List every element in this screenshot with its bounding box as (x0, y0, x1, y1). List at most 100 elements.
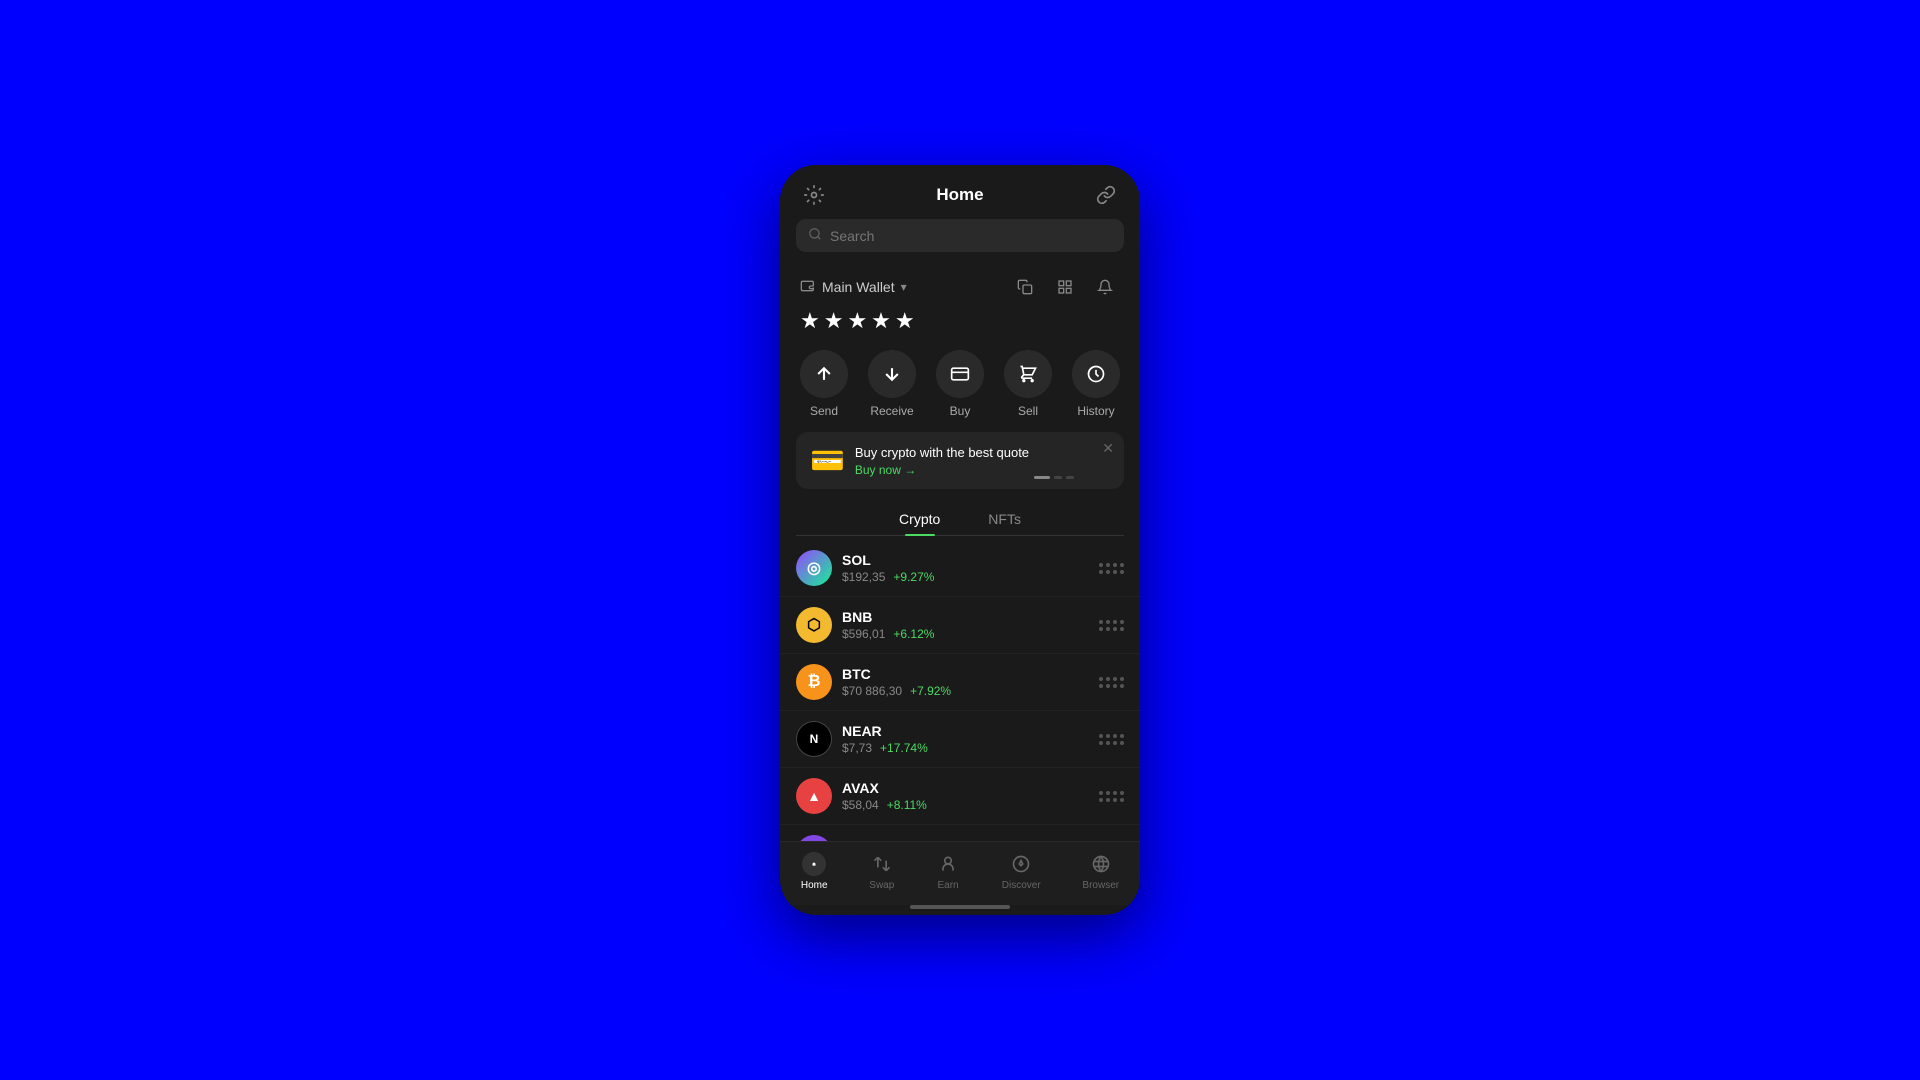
promo-icon: 💳 (810, 444, 845, 477)
bnb-price: $596,01 (842, 627, 885, 641)
page-title: Home (936, 185, 983, 205)
crypto-list: ◎ SOL $192,35 +9.27% ⬡ BNB $596,01 +6.12… (780, 536, 1140, 841)
list-item[interactable]: ₿ BTC $70 886,30 +7.92% (780, 654, 1140, 711)
bnb-menu[interactable] (1099, 620, 1124, 631)
near-info: NEAR $7,73 +17.74% (842, 723, 1099, 755)
browser-icon (1089, 852, 1113, 876)
sell-icon-circle (1004, 350, 1052, 398)
bottom-navigation: Home Swap Earn (780, 841, 1140, 905)
bnb-logo: ⬡ (796, 607, 832, 643)
sol-info: SOL $192,35 +9.27% (842, 552, 1099, 584)
phone-app: Home (780, 165, 1140, 915)
promo-dot-1 (1034, 476, 1050, 479)
asset-tabs: Crypto NFTs (796, 503, 1124, 536)
wallet-name-row[interactable]: Main Wallet ▾ (800, 278, 907, 297)
wallet-chevron-icon: ▾ (901, 280, 907, 294)
buy-label: Buy (950, 404, 971, 418)
wallet-section: Main Wallet ▾ (780, 264, 1140, 334)
promo-text-area: Buy crypto with the best quote Buy now → (855, 445, 1110, 477)
list-item[interactable]: ▲ AVAX $58,04 +8.11% (780, 768, 1140, 825)
action-buttons: Send Receive Buy (780, 334, 1140, 426)
scan-button[interactable] (1050, 272, 1080, 302)
browser-nav-label: Browser (1082, 880, 1119, 891)
promo-link[interactable]: Buy now → (855, 463, 1110, 477)
wallet-icon (800, 278, 816, 297)
receive-icon-circle (868, 350, 916, 398)
history-button[interactable]: History (1072, 350, 1120, 418)
settings-icon[interactable] (800, 181, 828, 209)
home-nav-label: Home (801, 880, 828, 891)
wallet-balance: ★★★★★ (800, 308, 1120, 334)
sol-price: $192,35 (842, 570, 885, 584)
btc-name: BTC (842, 666, 1099, 682)
send-icon-circle (800, 350, 848, 398)
promo-dot-3 (1066, 476, 1074, 479)
send-button[interactable]: Send (800, 350, 848, 418)
avax-change: +8.11% (887, 798, 927, 812)
sol-name: SOL (842, 552, 1099, 568)
sol-logo: ◎ (796, 550, 832, 586)
btc-change: +7.92% (910, 684, 951, 698)
wallet-actions (1010, 272, 1120, 302)
sol-change: +9.27% (893, 570, 934, 584)
wallet-name: Main Wallet (822, 279, 895, 295)
btc-logo: ₿ (796, 664, 832, 700)
btc-menu[interactable] (1099, 677, 1124, 688)
list-item[interactable]: ◎ SOL $192,35 +9.27% (780, 540, 1140, 597)
history-label: History (1077, 404, 1114, 418)
near-name: NEAR (842, 723, 1099, 739)
receive-button[interactable]: Receive (868, 350, 916, 418)
near-logo: N (796, 721, 832, 757)
home-icon (802, 852, 826, 876)
nav-earn[interactable]: Earn (936, 852, 960, 891)
discover-icon (1009, 852, 1033, 876)
promo-dot-2 (1054, 476, 1062, 479)
near-price: $7,73 (842, 741, 872, 755)
btc-info: BTC $70 886,30 +7.92% (842, 666, 1099, 698)
near-change: +17.74% (880, 741, 928, 755)
copy-button[interactable] (1010, 272, 1040, 302)
home-indicator (910, 905, 1010, 909)
list-item[interactable]: N NEAR $7,73 +17.74% (780, 711, 1140, 768)
avax-menu[interactable] (1099, 791, 1124, 802)
earn-nav-label: Earn (937, 880, 958, 891)
history-icon-circle (1072, 350, 1120, 398)
search-icon (808, 227, 822, 244)
discover-nav-label: Discover (1002, 880, 1041, 891)
nav-swap[interactable]: Swap (869, 852, 894, 891)
avax-logo: ▲ (796, 778, 832, 814)
nav-home[interactable]: Home (801, 852, 828, 891)
bnb-info: BNB $596,01 +6.12% (842, 609, 1099, 641)
sol-menu[interactable] (1099, 563, 1124, 574)
tab-crypto[interactable]: Crypto (875, 503, 964, 535)
swap-nav-label: Swap (869, 880, 894, 891)
nav-browser[interactable]: Browser (1082, 852, 1119, 891)
near-menu[interactable] (1099, 734, 1124, 745)
search-bar[interactable] (796, 219, 1124, 252)
receive-label: Receive (870, 404, 913, 418)
btc-price: $70 886,30 (842, 684, 902, 698)
send-label: Send (810, 404, 838, 418)
buy-icon-circle (936, 350, 984, 398)
sell-button[interactable]: Sell (1004, 350, 1052, 418)
buy-button[interactable]: Buy (936, 350, 984, 418)
bnb-name: BNB (842, 609, 1099, 625)
app-header: Home (780, 165, 1140, 219)
avax-name: AVAX (842, 780, 1099, 796)
avax-price: $58,04 (842, 798, 879, 812)
list-item[interactable]: M MATIC (780, 825, 1140, 841)
earn-icon (936, 852, 960, 876)
promo-close-button[interactable]: ✕ (1102, 440, 1114, 457)
swap-icon (870, 852, 894, 876)
nav-discover[interactable]: Discover (1002, 852, 1041, 891)
tab-nfts[interactable]: NFTs (964, 503, 1045, 535)
sell-label: Sell (1018, 404, 1038, 418)
promo-title: Buy crypto with the best quote (855, 445, 1110, 460)
bnb-change: +6.12% (893, 627, 934, 641)
bell-button[interactable] (1090, 272, 1120, 302)
search-input[interactable] (830, 228, 1112, 244)
link-icon[interactable] (1092, 181, 1120, 209)
avax-info: AVAX $58,04 +8.11% (842, 780, 1099, 812)
list-item[interactable]: ⬡ BNB $596,01 +6.12% (780, 597, 1140, 654)
promo-banner: 💳 Buy crypto with the best quote Buy now… (796, 432, 1124, 489)
